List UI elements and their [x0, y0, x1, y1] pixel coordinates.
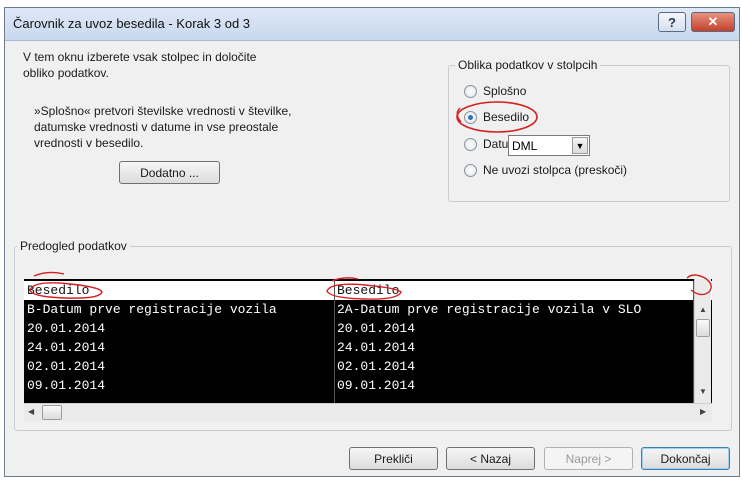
finish-button-label: Dokončaj — [660, 451, 711, 466]
table-cell: B-Datum prve registracije vozila — [27, 302, 277, 317]
date-format-value: DML — [512, 139, 538, 153]
table-cell: 2A-Datum prve registracije vozila v SLO — [337, 302, 642, 317]
horizontal-scroll-thumb[interactable] — [42, 405, 62, 420]
description-line-3: vrednosti v besedilo. — [34, 136, 144, 150]
column-divider-1[interactable] — [334, 281, 335, 403]
back-button-label: < Nazaj — [469, 451, 512, 466]
radio-general-label[interactable]: Splošno — [483, 84, 526, 98]
table-cell: 24.01.2014 — [27, 340, 106, 355]
radio-general[interactable] — [464, 85, 477, 98]
radio-text[interactable] — [464, 111, 477, 124]
data-preview-legend: Predogled podatkov — [17, 239, 130, 253]
column-format-legend: Oblika podatkov v stolpcih — [455, 58, 601, 72]
scroll-left-icon[interactable]: ◀ — [28, 407, 34, 416]
close-button[interactable]: ✕ — [691, 12, 735, 32]
radio-skip-label[interactable]: Ne uvozi stolpca (preskoči) — [483, 163, 627, 177]
next-button-label: Naprej > — [565, 451, 612, 466]
advanced-button-label: Dodatno ... — [140, 165, 199, 180]
table-cell: 24.01.2014 — [337, 340, 416, 355]
radio-date[interactable] — [464, 138, 477, 151]
description-line-2: datumske vrednosti v datume in vse preos… — [34, 120, 279, 134]
chevron-down-icon[interactable]: ▼ — [572, 137, 588, 154]
cancel-button[interactable]: Prekliči — [349, 447, 438, 470]
cancel-button-label: Prekliči — [374, 451, 413, 466]
dialog-body: V tem oknu izberete vsak stolpec in dolo… — [5, 41, 739, 476]
date-format-select[interactable]: DML ▼ — [508, 135, 590, 156]
intro-line-2: obliko podatkov. — [23, 66, 109, 80]
next-button: Naprej > — [544, 447, 633, 470]
advanced-button[interactable]: Dodatno ... — [119, 161, 220, 184]
column-header-2[interactable]: Besedilo — [337, 283, 399, 298]
close-icon: ✕ — [707, 14, 719, 29]
table-cell: 09.01.2014 — [27, 378, 106, 393]
title-bar: Čarovnik za uvoz besedila - Korak 3 od 3… — [5, 8, 739, 41]
finish-button[interactable]: Dokončaj — [641, 447, 730, 470]
table-cell: 09.01.2014 — [337, 378, 416, 393]
window-title: Čarovnik za uvoz besedila - Korak 3 od 3 — [13, 16, 251, 31]
radio-text-label[interactable]: Besedilo — [483, 110, 529, 124]
table-cell: 20.01.2014 — [27, 321, 106, 336]
table-cell: 02.01.2014 — [27, 359, 106, 374]
import-wizard-window: Čarovnik za uvoz besedila - Korak 3 od 3… — [4, 7, 740, 477]
scroll-up-icon[interactable]: ▲ — [699, 305, 707, 314]
data-preview-grid[interactable]: Besedilo Besedilo Splošn B-Datum prve re… — [24, 279, 712, 403]
intro-line-1: V tem oknu izberete vsak stolpec in dolo… — [23, 50, 257, 64]
preview-vertical-scrollbar[interactable]: ▲ ▼ — [694, 279, 711, 403]
help-icon: ? — [668, 14, 676, 30]
preview-horizontal-scrollbar[interactable]: ◀ ▶ — [24, 403, 712, 421]
help-button[interactable]: ? — [658, 12, 686, 32]
table-cell: 20.01.2014 — [337, 321, 416, 336]
vertical-scroll-thumb[interactable] — [696, 319, 710, 337]
radio-skip[interactable] — [464, 164, 477, 177]
column-header-1[interactable]: Besedilo — [27, 283, 89, 298]
table-cell: 02.01.2014 — [337, 359, 416, 374]
description-line-1: »Splošno« pretvori številske vrednosti v… — [34, 104, 292, 118]
scroll-right-icon[interactable]: ▶ — [700, 407, 706, 416]
scroll-down-icon[interactable]: ▼ — [699, 387, 707, 396]
back-button[interactable]: < Nazaj — [446, 447, 535, 470]
